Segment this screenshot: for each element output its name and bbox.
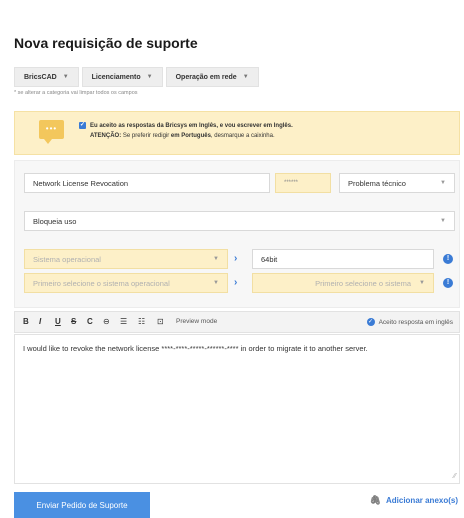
request-form: Network License Revocation ****** Proble… xyxy=(14,160,460,308)
chat-bubble-icon: ••• xyxy=(39,120,64,144)
bold-button[interactable]: B xyxy=(23,317,29,326)
attention-post: , desmarque a caixinha. xyxy=(210,133,275,139)
subject-input[interactable]: Network License Revocation xyxy=(24,173,270,193)
attention-bold: em Português xyxy=(170,133,211,139)
crumb-network-label: Operação em rede xyxy=(175,73,237,81)
info-icon[interactable]: ! xyxy=(443,278,453,288)
attention-pre: Se preferir redigir xyxy=(121,133,171,139)
info-icon[interactable]: ! xyxy=(443,254,453,264)
preview-icon[interactable]: ⊡ xyxy=(157,317,164,326)
page-title: Nova requisição de suporte xyxy=(14,35,198,51)
add-attachment-link[interactable]: 🖇 Adicionar anexo(s) xyxy=(370,495,458,506)
chevron-down-icon: ▼ xyxy=(440,218,446,224)
subject-value: Network License Revocation xyxy=(33,178,129,188)
arch-input[interactable]: 64bit xyxy=(252,249,434,269)
english-accept-row[interactable]: ✓ Eu aceito as respostas da Bricsys em I… xyxy=(79,122,293,129)
problem-type-value: Problema técnico xyxy=(348,178,406,188)
os-version-select[interactable]: Primeiro selecione o sistema operacional… xyxy=(24,273,228,293)
serial-input[interactable]: ****** xyxy=(275,173,331,193)
numbered-list-icon[interactable]: ☷ xyxy=(138,317,145,326)
crumb-licensing[interactable]: Licenciamento ▼ xyxy=(81,67,163,87)
preview-mode-label[interactable]: Preview mode xyxy=(176,318,217,325)
os-select[interactable]: Sistema operacional ▼ xyxy=(24,249,228,269)
italic-button[interactable]: I xyxy=(39,317,41,326)
chevron-down-icon: ▼ xyxy=(62,74,69,80)
language-notice: ••• ✓ Eu aceito as respostas da Bricsys … xyxy=(14,111,460,155)
add-attachment-label: Adicionar anexo(s) xyxy=(385,496,458,505)
crumb-licensing-label: Licenciamento xyxy=(91,73,141,81)
attention-label: ATENÇÃO: xyxy=(90,133,122,139)
editor-toolbar: B I U S C ⊖ ☰ ☷ ⊡ Preview mode ✓ Aceito … xyxy=(14,311,460,333)
link-icon[interactable]: ⊖ xyxy=(103,317,110,326)
english-accept-text: Eu aceito as respostas da Bricsys em Ing… xyxy=(90,122,293,129)
crumb-network[interactable]: Operação em rede ▼ xyxy=(165,67,259,87)
chevron-down-icon: ▼ xyxy=(213,256,219,262)
os-version-placeholder: Primeiro selecione o sistema operacional xyxy=(33,278,170,288)
message-editor[interactable]: I would like to revoke the network licen… xyxy=(14,334,460,484)
paperclip-icon: 🖇 xyxy=(369,495,381,505)
crumb-product[interactable]: BricsCAD ▼ xyxy=(14,67,79,87)
arrow-right-icon: › xyxy=(234,277,238,288)
serial-value: ****** xyxy=(284,180,299,186)
os-sub-placeholder: Primeiro selecione o sistema xyxy=(315,278,411,288)
problem-type-select[interactable]: Problema técnico ▼ xyxy=(339,173,455,193)
severity-select[interactable]: Bloqueia uso ▼ xyxy=(24,211,455,231)
english-accept-checkbox[interactable]: ✓ xyxy=(79,122,86,129)
resize-grip-icon[interactable]: ⁄⁄ xyxy=(454,473,456,480)
chevron-down-icon: ▼ xyxy=(419,280,425,286)
bullet-list-icon[interactable]: ☰ xyxy=(120,317,127,326)
strikethrough-button[interactable]: S xyxy=(71,317,76,326)
submit-request-button[interactable]: Enviar Pedido de Suporte xyxy=(14,492,150,518)
chevron-down-icon: ▼ xyxy=(146,74,153,80)
os-sub-select[interactable]: Primeiro selecione o sistema ▼ xyxy=(252,273,434,293)
code-button[interactable]: C xyxy=(87,317,93,326)
chevron-down-icon: ▼ xyxy=(213,280,219,286)
accept-english-label: Aceito resposta em inglês xyxy=(378,318,453,326)
chevron-down-icon: ▼ xyxy=(440,180,446,186)
message-text: I would like to revoke the network licen… xyxy=(23,344,368,353)
chevron-down-icon: ▼ xyxy=(242,74,249,80)
category-breadcrumb: BricsCAD ▼ Licenciamento ▼ Operação em r… xyxy=(14,67,259,87)
os-placeholder: Sistema operacional xyxy=(33,254,101,264)
category-warning-note: * se alterar a categoria vai limpar todo… xyxy=(14,90,138,96)
check-circle-icon: ✓ xyxy=(366,318,375,326)
crumb-product-label: BricsCAD xyxy=(24,73,57,81)
underline-button[interactable]: U xyxy=(55,317,61,326)
arch-value: 64bit xyxy=(261,254,278,264)
accept-english-toggle[interactable]: ✓ Aceito resposta em inglês xyxy=(366,318,453,326)
attention-text: ATENÇÃO: Se preferir redigir em Portuguê… xyxy=(90,133,275,139)
severity-value: Bloqueia uso xyxy=(33,216,77,226)
arrow-right-icon: › xyxy=(234,253,238,264)
